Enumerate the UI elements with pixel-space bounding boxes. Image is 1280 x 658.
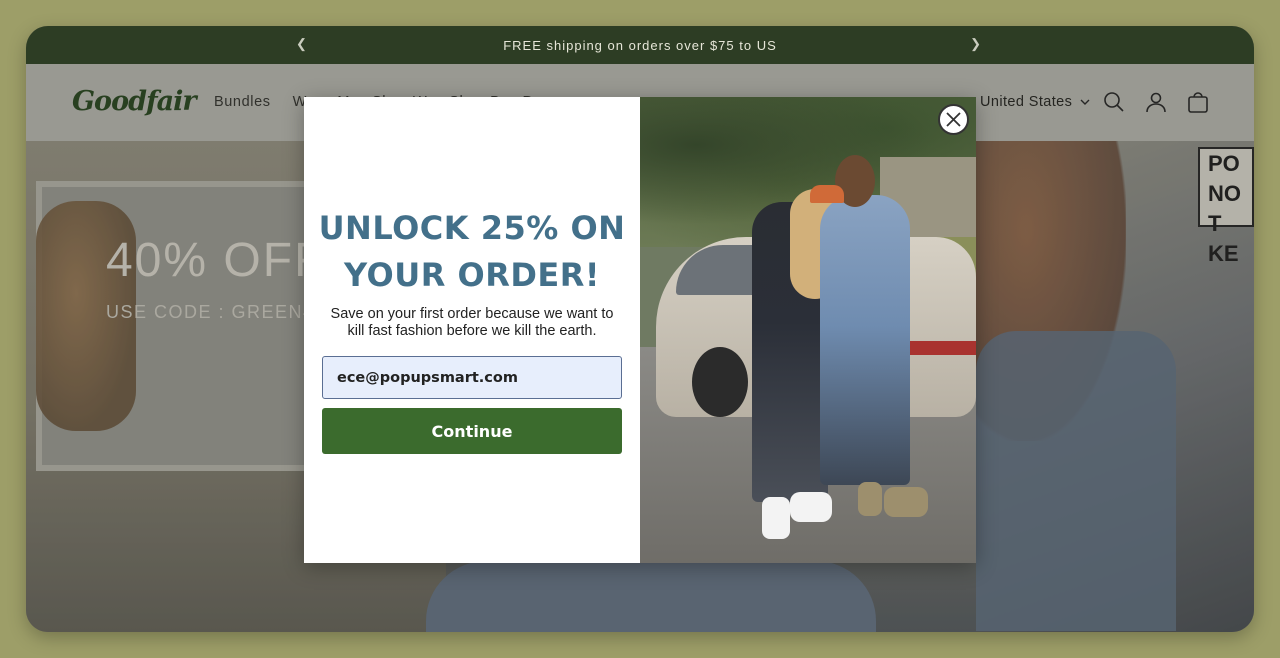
photo-car-taillight [910, 341, 976, 355]
photo-shoe [884, 487, 928, 517]
popup-photo [640, 97, 976, 563]
close-icon[interactable] [938, 104, 969, 135]
chevron-left-icon[interactable]: ❮ [296, 36, 308, 52]
continue-button[interactable]: Continue [322, 408, 622, 454]
announcement-text: FREE shipping on orders over $75 to US [503, 37, 777, 53]
photo-shoe [858, 482, 882, 516]
popup-description: Save on your first order because we want… [330, 306, 614, 339]
chevron-right-icon[interactable]: ❯ [970, 36, 982, 52]
photo-person-right [820, 195, 910, 485]
photo-shoe [790, 492, 832, 522]
photo-car-wheel [692, 347, 748, 417]
email-input[interactable] [322, 356, 622, 399]
photo-shoe [762, 497, 790, 539]
popup-heading-line1: UNLOCK 25% ON [318, 209, 626, 247]
announcement-bar: ❮ FREE shipping on orders over $75 to US… [26, 26, 1254, 64]
popup-heading: UNLOCK 25% ON YOUR ORDER! [304, 205, 640, 299]
close-icon-glyph [946, 112, 961, 127]
signup-popup: UNLOCK 25% ON YOUR ORDER! Save on your f… [304, 97, 976, 563]
popup-heading-line2: YOUR ORDER! [344, 256, 600, 294]
photo-cap [810, 185, 844, 203]
browser-frame: ❮ FREE shipping on orders over $75 to US… [26, 26, 1254, 632]
popup-form-panel: UNLOCK 25% ON YOUR ORDER! Save on your f… [304, 97, 640, 563]
